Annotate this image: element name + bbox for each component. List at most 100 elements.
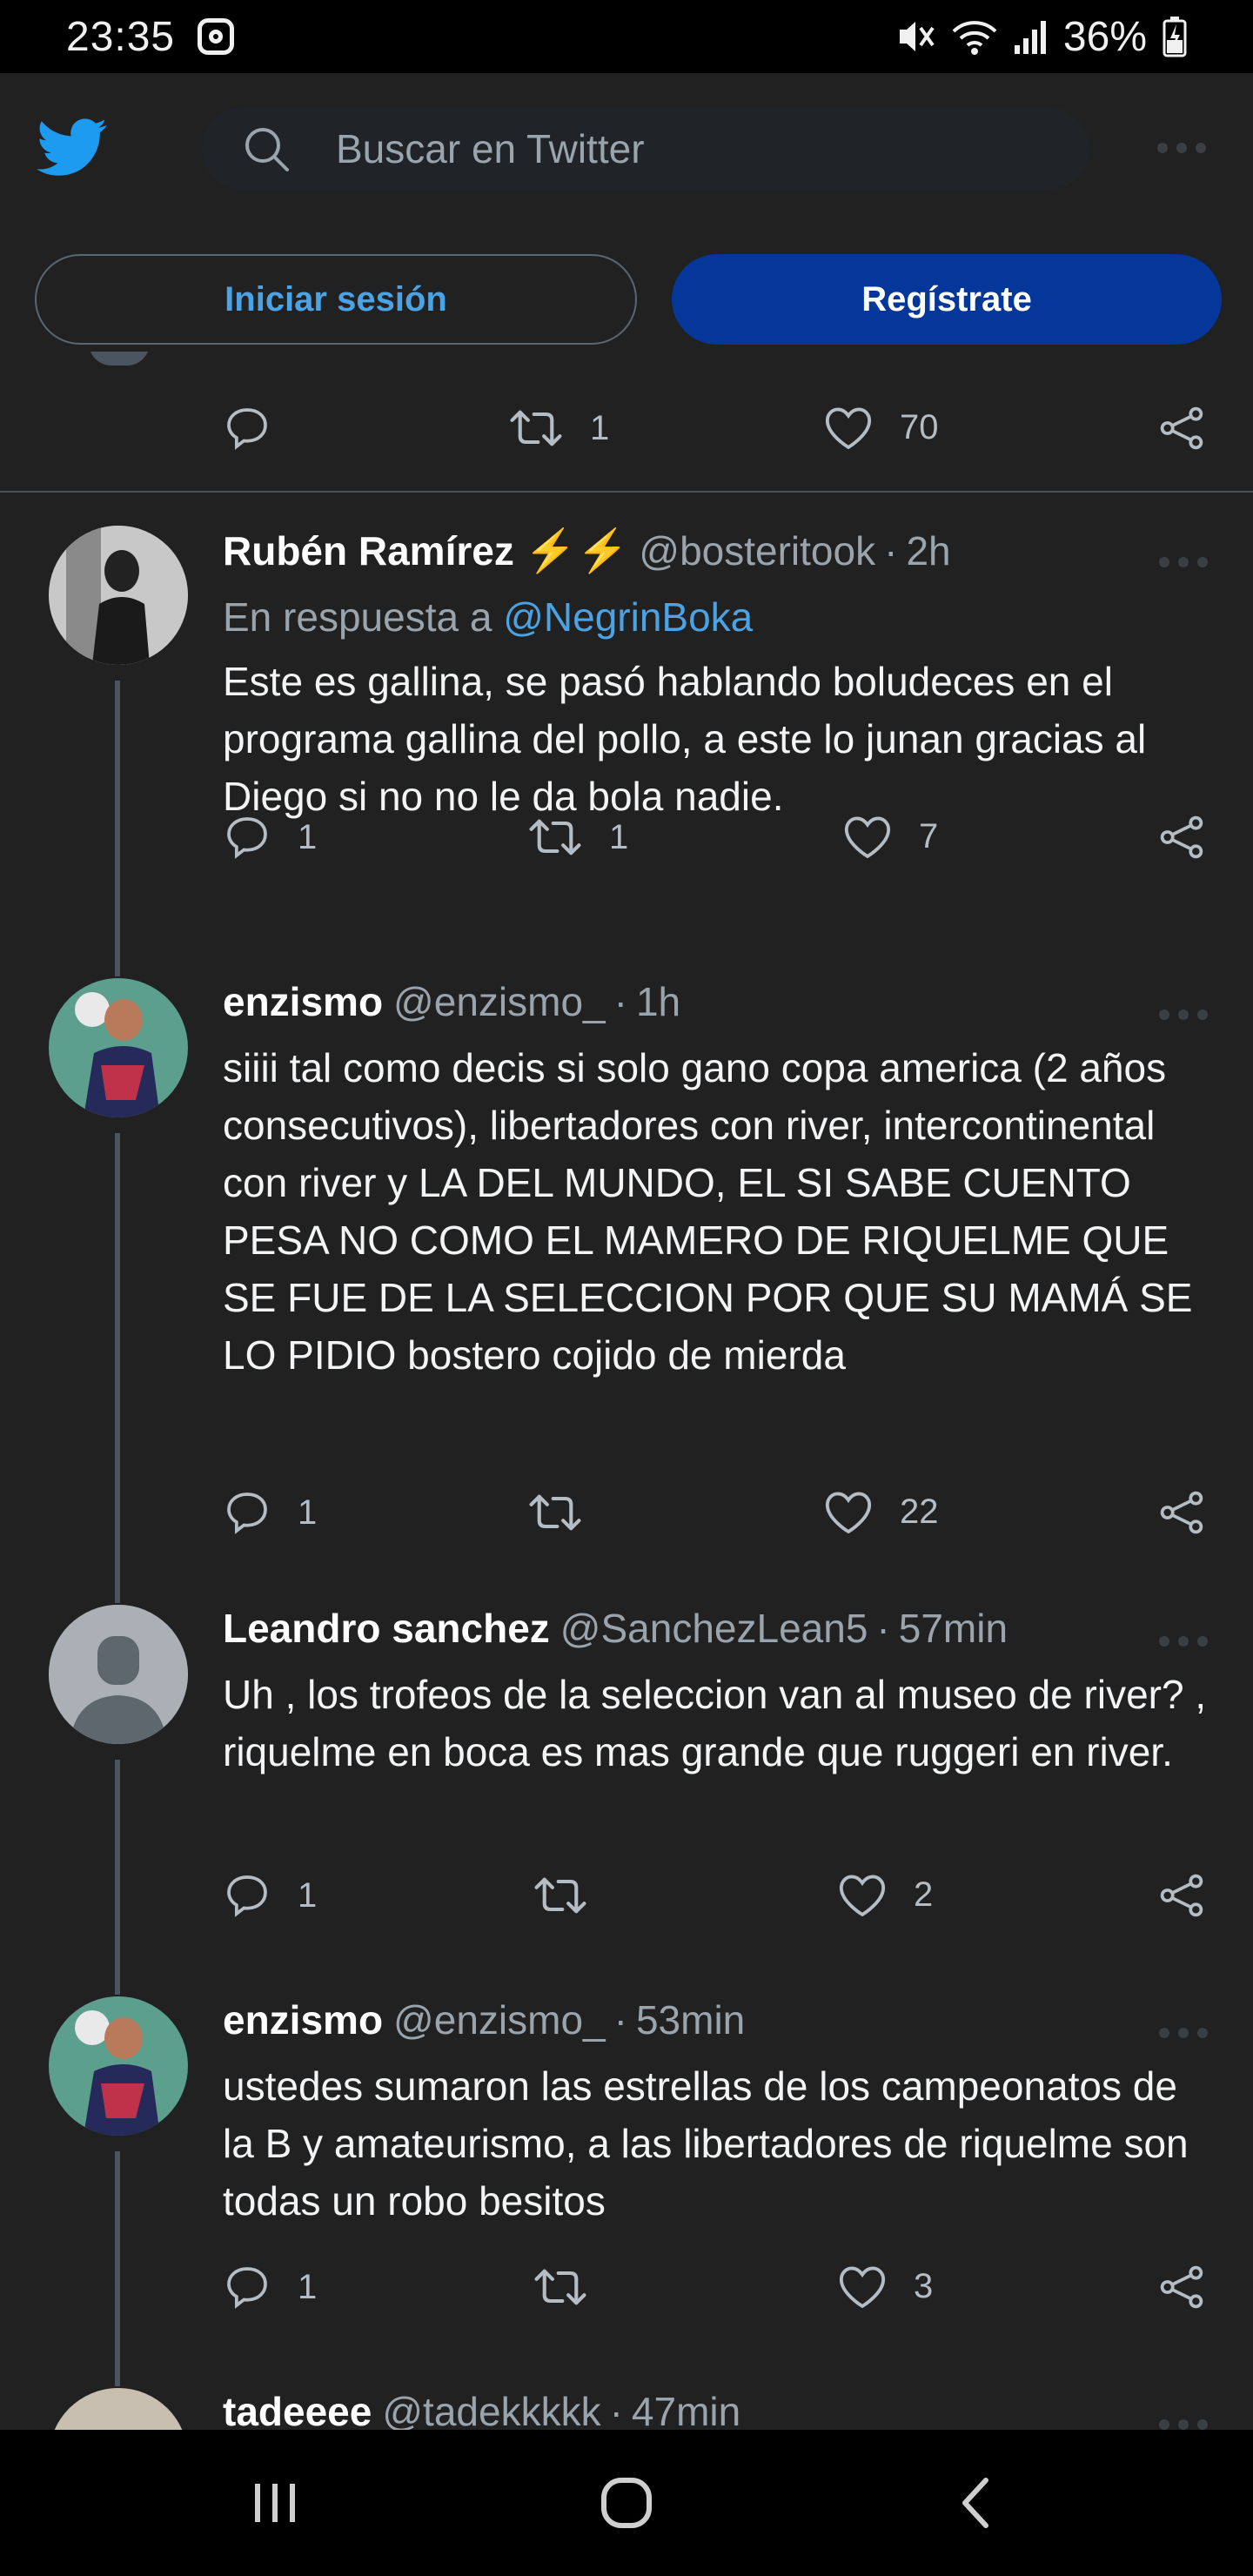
tweet-time[interactable]: 1h	[636, 978, 680, 1025]
tweet-time[interactable]: 2h	[906, 527, 950, 574]
tweet-header: enzismo @enzismo_ · 53min	[223, 1996, 745, 2043]
reply-button[interactable]	[223, 404, 298, 453]
tweet-text: ustedes sumaron las estrellas de los cam…	[223, 2063, 1189, 2224]
reply-count: 1	[298, 2267, 318, 2306]
like-button[interactable]: 3	[837, 2263, 933, 2310]
share-icon	[1160, 815, 1203, 859]
user-handle[interactable]: @bosteritook	[639, 527, 875, 574]
share-icon	[1160, 1491, 1203, 1534]
more-options-icon[interactable]	[1159, 2028, 1208, 2038]
like-count: 70	[900, 407, 939, 446]
more-options-icon[interactable]	[1159, 2419, 1208, 2430]
like-count: 7	[919, 816, 939, 855]
user-name[interactable]: enzismo	[223, 978, 383, 1025]
tweet-time[interactable]: 53min	[636, 1996, 745, 2043]
thread-line	[115, 2151, 120, 2386]
retweet-count: 1	[609, 817, 629, 856]
share-button[interactable]	[1157, 2263, 1206, 2311]
tweet-actions: 1 1 7	[223, 813, 1215, 865]
like-count: 3	[914, 2266, 934, 2305]
like-button[interactable]: 2	[837, 1871, 933, 1918]
more-options-icon[interactable]	[1159, 1010, 1208, 1020]
user-handle[interactable]: @enzismo_	[393, 1996, 606, 2043]
status-time: 23:35	[66, 13, 176, 60]
reply-icon	[227, 1493, 267, 1534]
like-button[interactable]: 7	[842, 813, 938, 860]
user-handle[interactable]: @enzismo_	[393, 978, 606, 1025]
reply-button[interactable]: 1	[223, 1871, 317, 1920]
user-name[interactable]: Rubén Ramírez	[223, 527, 514, 574]
share-button[interactable]	[1157, 404, 1206, 453]
reply-button[interactable]: 1	[223, 1488, 317, 1537]
avatar[interactable]	[49, 2388, 188, 2430]
twitter-bird-icon[interactable]	[37, 117, 108, 179]
avatar[interactable]	[49, 1605, 188, 1744]
avatar[interactable]	[49, 978, 188, 1117]
user-handle[interactable]: @SanchezLean5	[560, 1605, 868, 1652]
tweet[interactable]: Leandro sanchez @SanchezLean5 · 57min Uh…	[0, 1605, 1253, 1995]
reply-prefix: En respuesta a	[223, 594, 492, 640]
tweet-actions: 1 2	[223, 1871, 1215, 1923]
signup-button[interactable]: Regístrate	[672, 254, 1222, 345]
home-button[interactable]	[574, 2468, 679, 2538]
tweet-header: Leandro sanchez @SanchezLean5 · 57min	[223, 1605, 1008, 1652]
more-options-icon[interactable]	[1159, 1636, 1208, 1647]
tweet-header: tadeeee @tadekkkkk · 47min	[223, 2388, 740, 2430]
home-icon	[601, 2478, 652, 2528]
share-button[interactable]	[1157, 813, 1206, 862]
heart-icon	[839, 1875, 886, 1917]
mention-link[interactable]: @NegrinBoka	[503, 594, 753, 640]
separator: ·	[613, 1997, 627, 2043]
login-button[interactable]: Iniciar sesión	[35, 254, 637, 345]
tweet-time[interactable]: 57min	[899, 1605, 1008, 1652]
like-button[interactable]: 22	[823, 1488, 939, 1535]
like-button[interactable]: 70	[823, 404, 939, 451]
retweet-button[interactable]	[533, 1871, 614, 1920]
like-count: 22	[900, 1492, 939, 1531]
search-icon	[240, 123, 292, 175]
more-options-icon[interactable]	[1159, 557, 1208, 567]
retweet-icon	[534, 1877, 586, 1914]
wifi-icon	[952, 17, 997, 56]
heart-icon	[839, 2266, 886, 2309]
recent-apps-button[interactable]	[223, 2468, 327, 2538]
reply-count: 1	[298, 817, 318, 856]
instagram-icon	[198, 18, 235, 55]
heart-icon	[844, 816, 891, 859]
retweet-icon	[529, 1494, 581, 1531]
share-icon	[1160, 1874, 1203, 1917]
user-name[interactable]: enzismo	[223, 1996, 383, 2043]
search-input[interactable]: Buscar en Twitter	[202, 108, 1089, 190]
tweet[interactable]: enzismo @enzismo_ · 53min ustedes sumaro…	[0, 1996, 1253, 2386]
thread-line	[115, 1133, 120, 1603]
retweet-button[interactable]: 1	[508, 404, 609, 453]
avatar[interactable]	[89, 352, 150, 366]
recent-apps-icon	[255, 2484, 295, 2522]
tweet-time[interactable]: 47min	[632, 2388, 740, 2430]
avatar[interactable]	[49, 1996, 188, 2136]
retweet-button[interactable]	[533, 2263, 614, 2311]
user-handle[interactable]: @tadekkkkk	[382, 2388, 600, 2430]
tweet-actions: 1 22	[223, 1488, 1215, 1540]
status-right: 36%	[895, 13, 1187, 61]
back-button[interactable]	[924, 2468, 1029, 2538]
reply-button[interactable]: 1	[223, 2263, 317, 2311]
tweet[interactable]: Rubén Ramírez ⚡⚡ @bosteritook · 2h En re…	[0, 526, 1253, 976]
share-button[interactable]	[1157, 1871, 1206, 1920]
retweet-button[interactable]	[527, 1488, 609, 1537]
tweet[interactable]: tadeeee @tadekkkkk · 47min	[0, 2388, 1253, 2430]
app-root: 23:35 36% Buscar en Twitter Iniciar sesi…	[0, 0, 1253, 2576]
tweet-header: Rubén Ramírez ⚡⚡ @bosteritook · 2h	[223, 526, 951, 575]
retweet-button[interactable]: 1	[527, 813, 628, 862]
user-name[interactable]: Leandro sanchez	[223, 1605, 550, 1652]
tweet-text: Este es gallina, se pasó hablando bolude…	[223, 659, 1147, 819]
more-options-icon[interactable]	[1157, 143, 1209, 155]
tweet[interactable]: enzismo @enzismo_ · 1h siiii tal como de…	[0, 978, 1253, 1603]
share-icon	[1160, 406, 1203, 450]
user-name[interactable]: tadeeee	[223, 2388, 372, 2430]
system-nav-bar	[0, 2430, 1253, 2576]
reply-button[interactable]: 1	[223, 813, 317, 862]
tweet-feed[interactable]: 1 70 Rubén Ramírez ⚡⚡ @bosteritook · 2h	[0, 352, 1253, 2430]
avatar[interactable]	[49, 526, 188, 665]
share-button[interactable]	[1157, 1488, 1206, 1537]
